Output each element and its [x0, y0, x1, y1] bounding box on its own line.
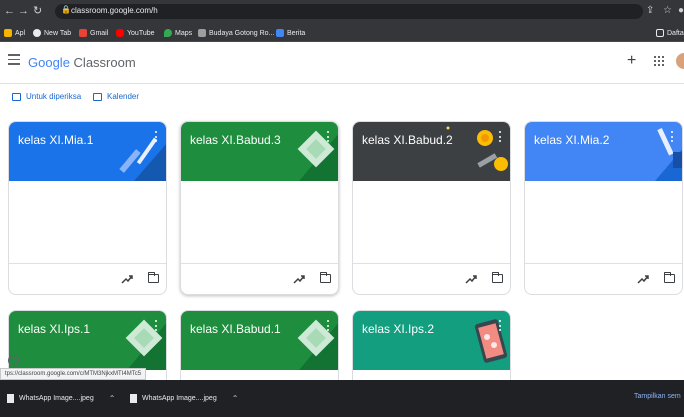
bookmark-budaya[interactable]: Budaya Gotong Ro...	[198, 27, 274, 39]
folder-icon[interactable]	[491, 271, 503, 283]
class-banner[interactable]: kelas XI.Mia.2	[525, 122, 682, 181]
banner-illustration	[655, 128, 682, 181]
file-icon	[7, 393, 14, 403]
forward-icon[interactable]: →	[18, 4, 29, 18]
back-icon[interactable]: ←	[4, 4, 15, 18]
class-banner[interactable]: kelas XI.Mia.1	[9, 122, 166, 181]
logo-google: Google	[28, 55, 70, 70]
inbox-icon	[12, 92, 21, 101]
bookmark-gmail[interactable]: Gmail	[79, 27, 108, 39]
chevron-up-icon[interactable]: ⌃	[109, 394, 116, 403]
bookmark-berita[interactable]: Berita	[276, 27, 305, 39]
more-options-icon[interactable]	[155, 320, 158, 331]
more-options-icon[interactable]	[499, 131, 502, 142]
page-icon	[198, 29, 206, 37]
class-title[interactable]: kelas XI.Ips.2	[362, 322, 434, 336]
file-icon	[130, 393, 137, 403]
google-apps-icon[interactable]	[654, 56, 664, 66]
chevron-up-icon[interactable]: ⌃	[232, 394, 239, 403]
status-bar-url: tps://classroom.google.com/c/MTM3NjkxMTI…	[0, 368, 147, 380]
folder-icon[interactable]	[147, 271, 159, 283]
more-options-icon[interactable]	[155, 131, 158, 142]
calendar-icon	[93, 92, 102, 101]
class-title[interactable]: kelas XI.Mia.2	[534, 133, 609, 147]
banner-illustration	[297, 319, 338, 370]
card-footer	[353, 263, 510, 294]
folder-icon[interactable]	[663, 271, 675, 283]
to-review-link[interactable]: Untuk diperiksa	[12, 92, 81, 101]
download-item[interactable]: WhatsApp Image....jpeg ⌃	[130, 391, 238, 405]
class-banner[interactable]: kelas XI.Ips.2	[353, 311, 510, 370]
bookmark-new-tab[interactable]: New Tab	[33, 27, 71, 39]
lock-icon: 🔒	[61, 5, 71, 14]
avatar[interactable]	[676, 53, 684, 69]
map-pin-icon	[164, 29, 172, 37]
class-card[interactable]: kelas XI.Babud.3	[180, 121, 339, 295]
trending-up-icon[interactable]	[637, 273, 649, 285]
download-shelf: WhatsApp Image....jpeg ⌃ WhatsApp Image.…	[0, 380, 684, 417]
class-card[interactable]: kelas XI.Mia.1	[8, 121, 167, 295]
more-options-icon[interactable]	[499, 320, 502, 331]
class-card[interactable]: kelas XI.Babud.2	[352, 121, 511, 295]
class-banner[interactable]: kelas XI.Babud.2	[353, 122, 510, 181]
bookmarks-bar: Apl New Tab Gmail YouTube Maps Budaya Go…	[0, 23, 684, 42]
star-icon[interactable]: ☆	[663, 5, 672, 16]
url-text: classroom.google.com/h	[71, 6, 158, 15]
trending-up-icon[interactable]	[121, 273, 133, 285]
class-banner[interactable]: kelas XI.Ips.1	[9, 311, 166, 370]
calendar-link[interactable]: Kalender	[93, 92, 139, 101]
profile-icon[interactable]: ●	[678, 5, 684, 16]
classroom-logo[interactable]: Google Classroom	[28, 55, 136, 70]
reading-list-icon	[656, 29, 664, 37]
news-icon	[276, 29, 284, 37]
add-class-icon[interactable]: +	[627, 52, 636, 70]
card-footer	[181, 263, 338, 294]
class-title[interactable]: kelas XI.Babud.1	[190, 322, 281, 336]
reload-icon[interactable]: ↻	[33, 4, 42, 18]
class-title[interactable]: kelas XI.Mia.1	[18, 133, 93, 147]
bookmark-youtube[interactable]: YouTube	[116, 27, 155, 39]
address-bar[interactable]: 🔒 classroom.google.com/h	[55, 4, 643, 19]
banner-illustration	[119, 137, 166, 181]
banner-illustration	[446, 126, 508, 171]
share-icon[interactable]: ⇪	[646, 5, 654, 16]
download-item[interactable]: WhatsApp Image....jpeg ⌃	[7, 391, 115, 405]
apps-icon	[4, 29, 12, 37]
trending-up-icon[interactable]	[465, 273, 477, 285]
browser-toolbar: ← → ↻ 🔒 classroom.google.com/h ⇪ ☆ ●	[0, 0, 684, 23]
class-banner[interactable]: kelas XI.Babud.1	[181, 311, 338, 370]
banner-illustration	[474, 319, 508, 363]
more-options-icon[interactable]	[327, 320, 330, 331]
class-title[interactable]: kelas XI.Ips.1	[18, 322, 90, 336]
app-header: Google Classroom +	[0, 42, 684, 84]
banner-illustration	[297, 130, 338, 181]
logo-classroom: Classroom	[73, 55, 136, 70]
gmail-icon	[79, 29, 87, 37]
class-title[interactable]: kelas XI.Babud.2	[362, 133, 453, 147]
banner-illustration	[125, 319, 166, 370]
folder-icon[interactable]	[319, 271, 331, 283]
hamburger-menu-icon[interactable]	[8, 54, 20, 66]
class-title[interactable]: kelas XI.Babud.3	[190, 133, 281, 147]
card-footer	[525, 263, 682, 294]
bookmark-maps[interactable]: Maps	[164, 27, 192, 39]
more-options-icon[interactable]	[327, 131, 330, 142]
youtube-icon	[116, 29, 124, 37]
class-card[interactable]: kelas XI.Mia.2	[524, 121, 683, 295]
show-all-downloads-button[interactable]: Tampilkan sem	[634, 393, 681, 400]
help-icon[interactable]: ?	[8, 355, 19, 366]
card-footer	[9, 263, 166, 294]
reading-list[interactable]: Dafta	[656, 27, 684, 39]
more-options-icon[interactable]	[671, 131, 674, 142]
globe-icon	[33, 29, 41, 37]
class-banner[interactable]: kelas XI.Babud.3	[181, 122, 338, 181]
trending-up-icon[interactable]	[293, 273, 305, 285]
bookmark-apps[interactable]: Apl	[4, 27, 25, 39]
